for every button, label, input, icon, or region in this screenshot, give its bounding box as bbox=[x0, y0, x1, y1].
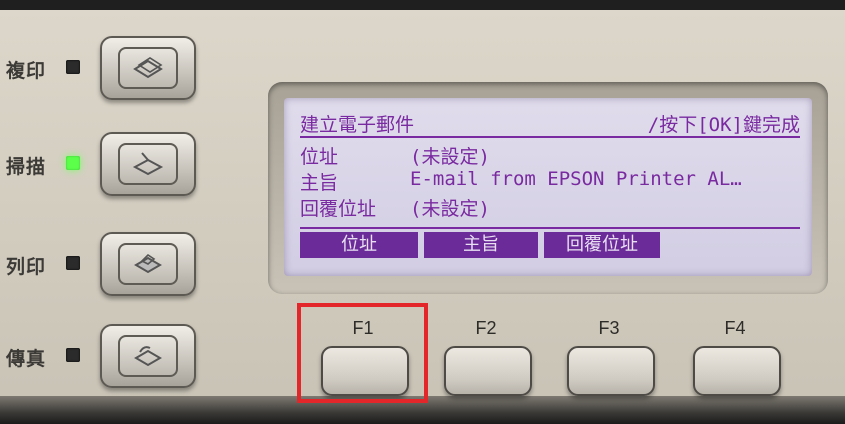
scan-icon bbox=[118, 143, 178, 185]
print-icon bbox=[118, 243, 178, 285]
f4-label: F4 bbox=[724, 318, 746, 338]
print-led bbox=[66, 256, 80, 270]
copy-led bbox=[66, 60, 80, 74]
lcd-divider bbox=[300, 227, 800, 229]
mode-fax-label: 傳真 bbox=[6, 348, 47, 370]
mode-copy: 複印 bbox=[0, 36, 210, 100]
mode-print: 列印 bbox=[0, 232, 210, 296]
scan-button[interactable] bbox=[100, 132, 196, 196]
lcd-row-label: 回覆位址 bbox=[300, 198, 377, 220]
f1-highlight-box bbox=[297, 303, 428, 403]
softkey-address[interactable]: 位址 bbox=[300, 232, 418, 258]
f3-label: F3 bbox=[598, 318, 620, 338]
lcd-row-address[interactable]: 位址 (未設定) bbox=[300, 142, 800, 168]
lcd-row-value: (未設定) bbox=[410, 146, 490, 168]
copy-icon bbox=[118, 47, 178, 89]
f3-button[interactable] bbox=[567, 346, 655, 396]
f4-button[interactable] bbox=[693, 346, 781, 396]
lcd-hint: /按下[OK]鍵完成 bbox=[647, 114, 800, 136]
lcd-row-subject[interactable]: 主旨 E-mail from EPSON Printer AL… bbox=[300, 168, 800, 194]
lcd-row-value: E-mail from EPSON Printer AL… bbox=[410, 168, 742, 190]
mode-scan: 掃描 bbox=[0, 132, 210, 196]
lcd-row-value: (未設定) bbox=[410, 198, 490, 220]
copy-button[interactable] bbox=[100, 36, 196, 100]
softkey-reply-address[interactable]: 回覆位址 bbox=[544, 232, 660, 258]
lcd-row-reply-address[interactable]: 回覆位址 (未設定) bbox=[300, 194, 800, 220]
mode-copy-label: 複印 bbox=[6, 60, 47, 82]
lcd-row-label: 主旨 bbox=[300, 172, 339, 194]
lcd-header: 建立電子郵件 /按下[OK]鍵完成 bbox=[300, 110, 800, 138]
mode-scan-label: 掃描 bbox=[6, 156, 47, 178]
fax-led bbox=[66, 348, 80, 362]
mode-fax: 傳真 bbox=[0, 324, 210, 388]
print-button[interactable] bbox=[100, 232, 196, 296]
softkey-subject[interactable]: 主旨 bbox=[424, 232, 538, 258]
fax-button[interactable] bbox=[100, 324, 196, 388]
lcd-row-label: 位址 bbox=[300, 146, 339, 168]
f2-button[interactable] bbox=[444, 346, 532, 396]
lcd-screen: 建立電子郵件 /按下[OK]鍵完成 位址 (未設定) 主旨 E-mail fro… bbox=[284, 98, 812, 276]
lcd-softkey-bar: 位址 主旨 回覆位址 bbox=[300, 232, 670, 258]
f2-label: F2 bbox=[475, 318, 497, 338]
scan-led bbox=[66, 156, 80, 170]
mode-print-label: 列印 bbox=[6, 256, 47, 278]
fax-icon bbox=[118, 335, 178, 377]
lcd-title: 建立電子郵件 bbox=[300, 114, 415, 136]
